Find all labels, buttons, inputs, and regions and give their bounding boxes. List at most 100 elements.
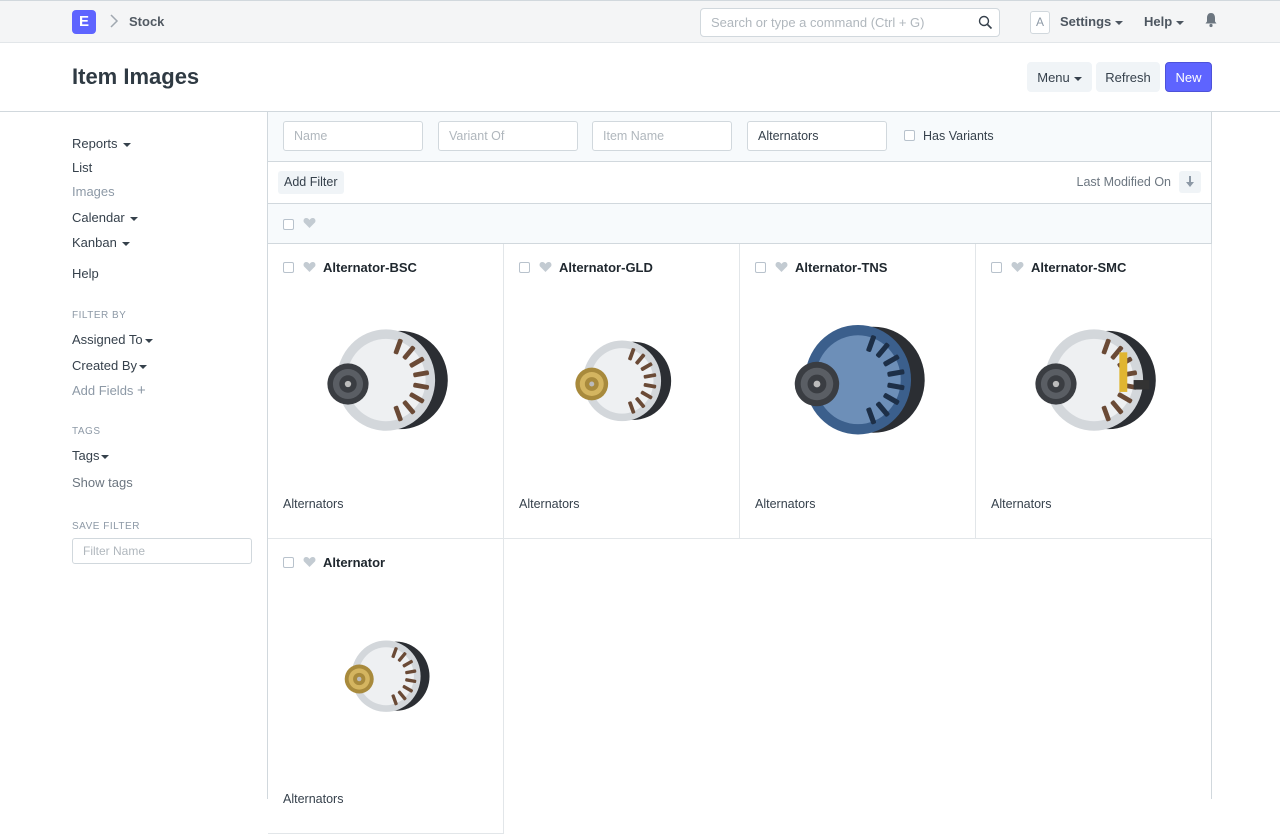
menu-button[interactable]: Menu	[1027, 62, 1092, 92]
card-title[interactable]: Alternator-TNS	[795, 260, 887, 275]
sidebar-item-label: Assigned To	[72, 332, 143, 347]
card-title[interactable]: Alternator-GLD	[559, 260, 653, 275]
image-card[interactable]: Alternator-BSC Alternators	[268, 244, 504, 539]
card-item-group: Alternators	[283, 792, 344, 806]
list-header	[268, 204, 1211, 244]
has-variants-checkbox[interactable]	[904, 130, 915, 141]
refresh-button[interactable]: Refresh	[1096, 62, 1160, 92]
save-filter-heading: SAVE FILTER	[72, 521, 140, 532]
filter-bar: Add Filter Last Modified On	[268, 162, 1211, 204]
card-item-group: Alternators	[519, 497, 580, 511]
caret-down-icon	[121, 241, 130, 246]
name-filter[interactable]	[283, 121, 423, 151]
tags-dropdown[interactable]: Tags	[72, 448, 110, 463]
alternator-image[interactable]	[768, 294, 948, 474]
sidebar-item-label: Calendar	[72, 210, 125, 225]
has-variants-filter[interactable]: Has Variants	[904, 129, 994, 143]
caret-down-icon	[1115, 20, 1124, 25]
sidebar-item-calendar[interactable]: Calendar	[72, 210, 138, 225]
heart-icon[interactable]	[1011, 261, 1024, 276]
sidebar-item-label: Reports	[72, 136, 118, 151]
image-card[interactable]: Alternator-GLD Alternators	[504, 244, 740, 539]
filter-by-heading: FILTER BY	[72, 310, 127, 321]
settings-dropdown[interactable]: Settings	[1060, 14, 1124, 29]
caret-down-icon	[1073, 76, 1082, 81]
has-variants-label: Has Variants	[923, 129, 994, 143]
item-name-filter-input[interactable]	[593, 122, 731, 150]
bell-icon[interactable]	[1204, 12, 1218, 31]
card-title[interactable]: Alternator-BSC	[323, 260, 417, 275]
breadcrumb-stock[interactable]: Stock	[129, 14, 164, 29]
arrow-down-icon	[1186, 176, 1194, 187]
add-filter-button[interactable]: Add Filter	[278, 171, 344, 194]
add-fields-link[interactable]: Add Fields +	[72, 382, 146, 399]
item-group-filter[interactable]	[747, 121, 887, 151]
sidebar-item-reports[interactable]: Reports	[72, 136, 131, 151]
image-card[interactable]: Alternator-TNS Alternators	[740, 244, 976, 539]
name-filter-input[interactable]	[284, 122, 422, 150]
new-button[interactable]: New	[1165, 62, 1212, 92]
search-box[interactable]	[700, 8, 1000, 37]
sidebar-item-label: Add Fields	[72, 383, 134, 398]
standard-filters: Has Variants	[268, 112, 1211, 162]
search-icon[interactable]	[978, 15, 993, 33]
alternator-image[interactable]	[296, 294, 476, 474]
help-dropdown[interactable]: Help	[1144, 14, 1185, 29]
assigned-to-filter[interactable]: Assigned To	[72, 332, 153, 347]
alternator-image[interactable]	[1004, 294, 1184, 474]
card-item-group: Alternators	[283, 497, 344, 511]
sidebar-item-help[interactable]: Help	[72, 266, 99, 281]
page-head: Item Images Menu Refresh New	[0, 43, 1280, 112]
show-tags-link[interactable]: Show tags	[72, 475, 133, 490]
plus-icon: +	[137, 382, 146, 399]
alternator-image[interactable]	[296, 589, 476, 769]
sidebar-item-list[interactable]: List	[72, 160, 92, 175]
card-checkbox[interactable]	[519, 262, 530, 273]
settings-label: Settings	[1060, 14, 1112, 29]
sidebar-item-kanban[interactable]: Kanban	[72, 235, 130, 250]
card-item-group: Alternators	[755, 497, 816, 511]
card-title[interactable]: Alternator-SMC	[1031, 260, 1126, 275]
heart-icon[interactable]	[539, 261, 552, 276]
heart-icon[interactable]	[775, 261, 788, 276]
caret-down-icon	[129, 216, 138, 221]
filter-name-input[interactable]	[73, 539, 251, 563]
page-title: Item Images	[72, 64, 200, 89]
variant-of-filter-input[interactable]	[439, 122, 577, 150]
card-checkbox[interactable]	[283, 557, 294, 568]
menu-label: Menu	[1037, 70, 1070, 85]
chevron-right-icon	[109, 13, 119, 32]
heart-icon[interactable]	[303, 217, 316, 232]
item-group-filter-input[interactable]	[748, 122, 886, 150]
created-by-filter[interactable]: Created By	[72, 358, 148, 373]
caret-down-icon	[144, 338, 153, 343]
caret-down-icon	[139, 364, 148, 369]
sidebar-item-label: Tags	[72, 448, 100, 463]
variant-of-filter[interactable]	[438, 121, 578, 151]
app-logo[interactable]: E	[72, 10, 96, 34]
sidebar-item-label: Created By	[72, 358, 138, 373]
help-label: Help	[1144, 14, 1173, 29]
tags-heading: TAGS	[72, 426, 101, 437]
sidebar-item-label: Kanban	[72, 235, 117, 250]
search-input[interactable]	[701, 9, 971, 36]
filter-name-field[interactable]	[72, 538, 252, 564]
image-card[interactable]: Alternator-SMC Alternators	[976, 244, 1212, 539]
caret-down-icon	[1176, 20, 1185, 25]
navbar: E Stock A Settings Help	[0, 0, 1280, 43]
sort-selector[interactable]: Last Modified On	[1077, 175, 1172, 189]
item-name-filter[interactable]	[592, 121, 732, 151]
card-checkbox[interactable]	[283, 262, 294, 273]
heart-icon[interactable]	[303, 556, 316, 571]
heart-icon[interactable]	[303, 261, 316, 276]
avatar[interactable]: A	[1030, 11, 1050, 34]
alternator-image[interactable]	[532, 294, 712, 474]
list-main: Has Variants Add Filter Last Modified On…	[267, 112, 1212, 834]
sort-order-button[interactable]	[1179, 171, 1201, 193]
sidebar-item-images[interactable]: Images	[72, 184, 115, 199]
select-all-checkbox[interactable]	[283, 219, 294, 230]
image-card[interactable]: Alternator Alternators	[268, 539, 504, 834]
card-title[interactable]: Alternator	[323, 555, 385, 570]
card-checkbox[interactable]	[991, 262, 1002, 273]
card-checkbox[interactable]	[755, 262, 766, 273]
